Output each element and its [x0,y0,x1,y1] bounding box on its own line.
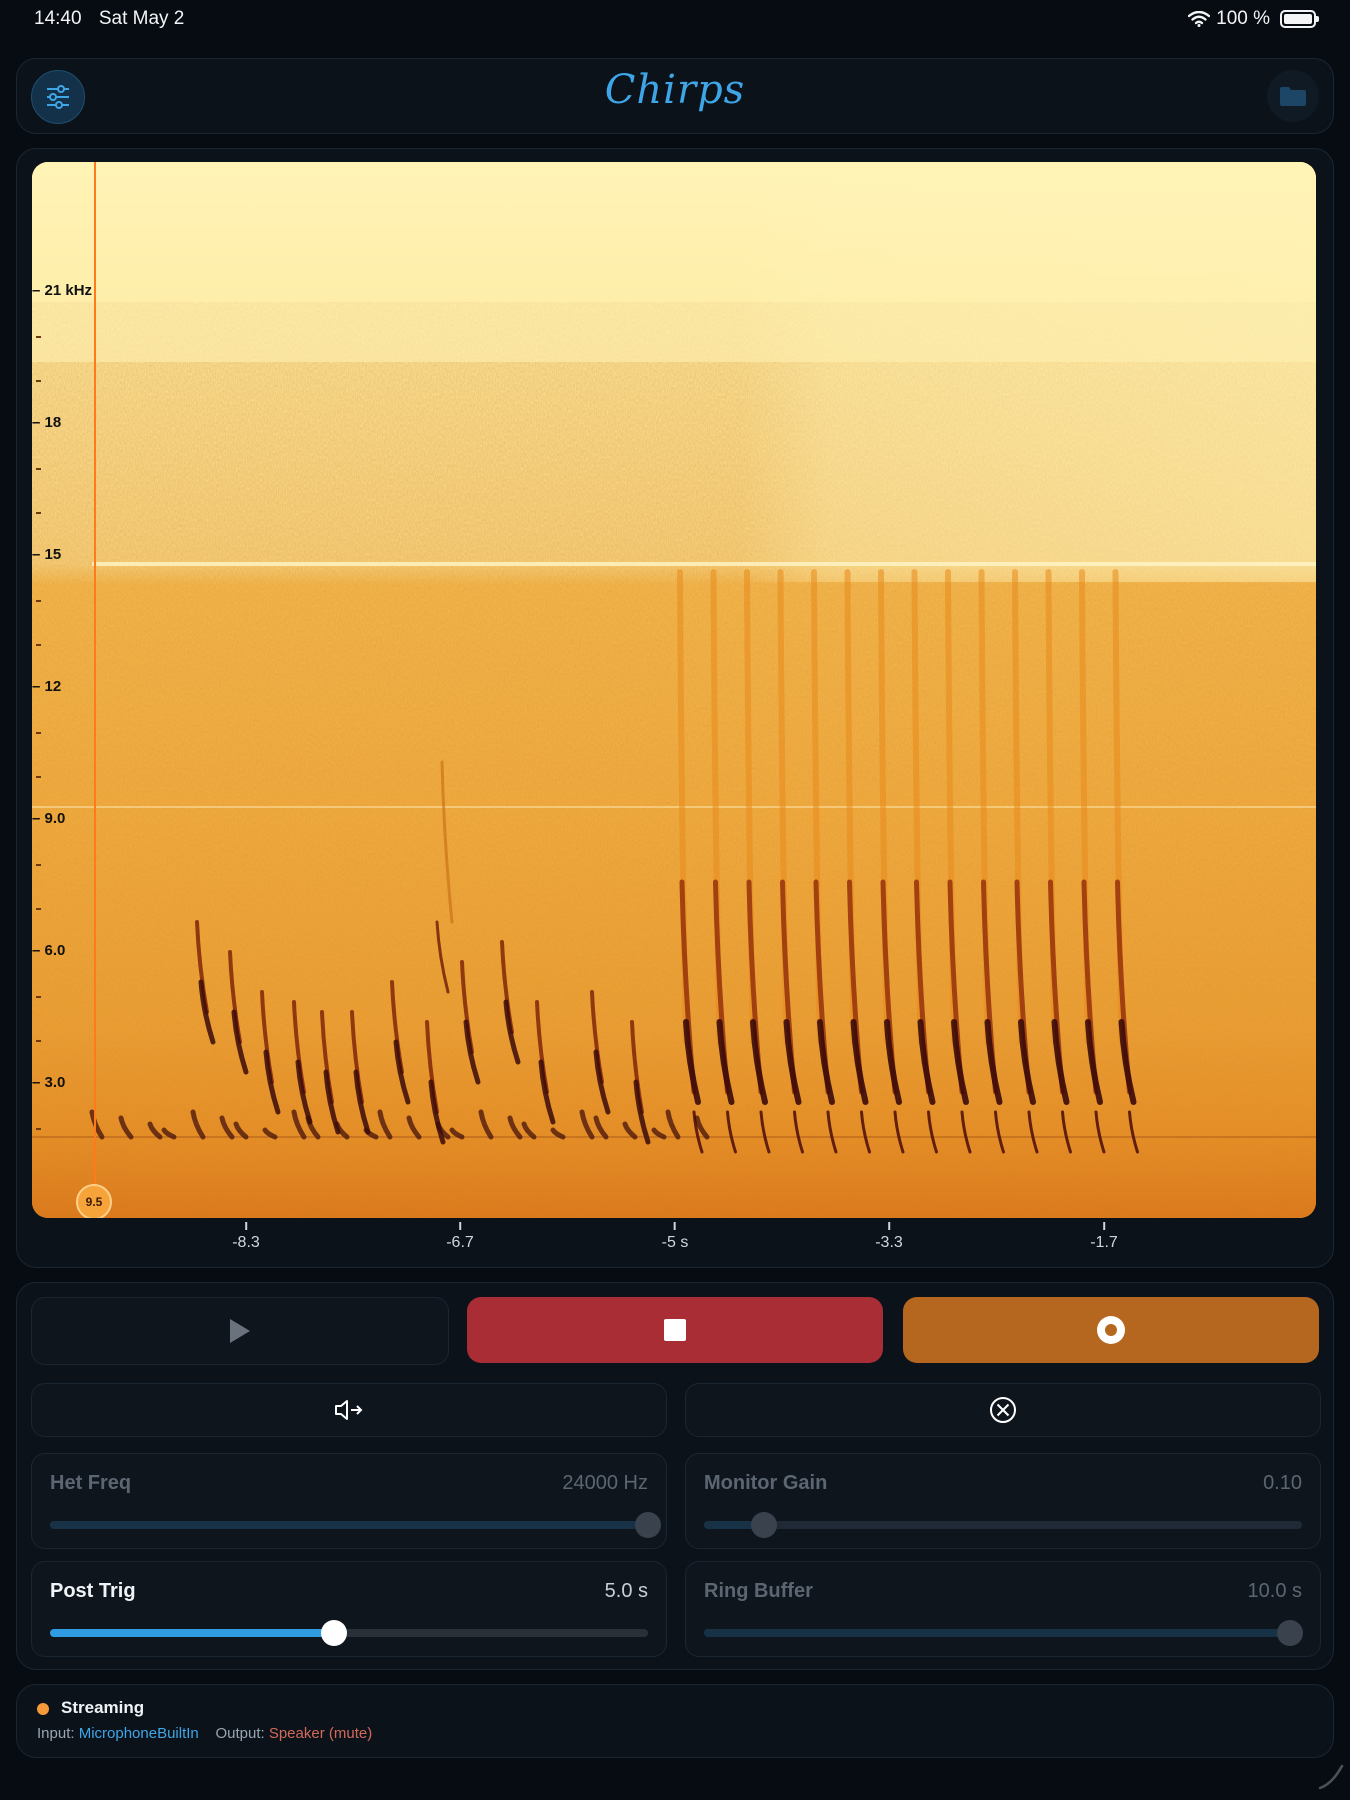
playhead-marker[interactable]: 9.5 [76,1184,112,1218]
time-axis: -8.3 -6.7 -5 s -3.3 -1.7 [32,1218,1316,1258]
status-date: Sat May 2 [98,8,185,29]
folder-icon [1280,87,1306,106]
monitor-gain-slider[interactable]: Monitor Gain 0.10 [685,1453,1321,1549]
resize-handle-icon[interactable] [1316,1762,1344,1790]
y-minor-tick [36,512,41,514]
battery-percent: 100 % [1216,8,1270,29]
het-freq-track[interactable] [50,1512,661,1538]
clear-circle-icon [990,1397,1016,1423]
ring-buffer-thumb[interactable] [1277,1620,1304,1646]
status-time: 14:40 [34,8,82,29]
x-tick-label: -8.3 [232,1222,260,1252]
y-tick-label: – 15 [32,546,62,563]
spectrogram-image [32,162,1316,1218]
monitor-gain-label: Monitor Gain [704,1472,828,1494]
het-freq-value: 24000 Hz [562,1472,648,1494]
y-tick-label: – 12 [32,678,62,695]
clear-button[interactable] [685,1383,1321,1437]
battery-icon [1280,10,1319,28]
stream-state: Streaming [61,1698,145,1717]
play-button[interactable] [31,1297,449,1365]
y-minor-tick [36,864,41,866]
monitor-gain-track[interactable] [704,1512,1302,1538]
x-tick-label: -1.7 [1090,1222,1118,1252]
y-minor-tick [36,1040,41,1042]
x-tick-label: -6.7 [446,1222,474,1252]
y-minor-tick [36,776,41,778]
io-info: Input: MicrophoneBuiltIn Output: Speaker… [37,1725,372,1742]
record-button[interactable] [903,1297,1319,1363]
output-device[interactable]: Speaker (mute) [269,1725,372,1742]
input-device[interactable]: MicrophoneBuiltIn [79,1725,199,1742]
het-freq-label: Het Freq [50,1472,132,1494]
files-button[interactable] [1267,70,1319,122]
stop-icon [664,1319,686,1341]
y-minor-tick [36,908,41,910]
play-icon [230,1319,250,1343]
het-freq-slider[interactable]: Het Freq 24000 Hz [31,1453,667,1549]
stream-status-panel: Streaming Input: MicrophoneBuiltIn Outpu… [16,1684,1334,1758]
y-tick-label: – 6.0 [32,942,66,959]
ring-buffer-value: 10.0 s [1247,1580,1302,1602]
status-dot [37,1703,49,1715]
stop-button[interactable] [467,1297,883,1363]
controls-panel: Het Freq 24000 Hz Monitor Gain 0.10 Post… [16,1282,1334,1670]
y-tick-label: – 3.0 [32,1074,66,1091]
post-trig-value: 5.0 s [604,1580,648,1602]
ring-buffer-label: Ring Buffer [704,1580,813,1602]
y-minor-tick [36,644,41,646]
wifi-icon [1188,11,1211,27]
speaker-out-icon [335,1400,363,1420]
monitor-output-button[interactable] [31,1383,667,1437]
monitor-gain-value: 0.10 [1263,1472,1302,1494]
y-minor-tick [36,996,41,998]
output-label: Output: [215,1725,265,1742]
x-tick-label: -3.3 [875,1222,903,1252]
record-icon [1097,1316,1125,1344]
het-freq-thumb[interactable] [635,1512,661,1538]
y-minor-tick [36,468,41,470]
y-minor-tick [36,600,41,602]
playhead-marker-label: 9.5 [85,1195,103,1209]
y-minor-tick [36,1128,41,1130]
post-trig-track[interactable] [50,1620,648,1646]
status-bar: 14:40 Sat May 2 100 % [34,8,1319,34]
y-tick-label: – 21 kHz [32,282,93,299]
ring-buffer-slider[interactable]: Ring Buffer 10.0 s [685,1561,1321,1657]
spectrogram-view[interactable]: – 21 kHz – 18 – 15 – 12 – 9.0 – 6.0 – 3.… [32,162,1316,1218]
y-minor-tick [36,336,41,338]
y-tick-label: – 18 [32,414,62,431]
x-tick-label: -5 s [662,1222,689,1252]
monitor-gain-thumb[interactable] [750,1512,777,1538]
post-trig-slider[interactable]: Post Trig 5.0 s [31,1561,667,1657]
y-minor-tick [36,380,41,382]
ring-buffer-track[interactable] [704,1620,1304,1646]
post-trig-thumb[interactable] [321,1620,348,1646]
y-tick-label: – 9.0 [32,810,66,827]
app-header: Chirps [16,58,1334,134]
input-label: Input: [37,1725,75,1742]
y-minor-tick [36,732,41,734]
post-trig-label: Post Trig [50,1580,136,1602]
app-title: Chirps [604,67,746,113]
